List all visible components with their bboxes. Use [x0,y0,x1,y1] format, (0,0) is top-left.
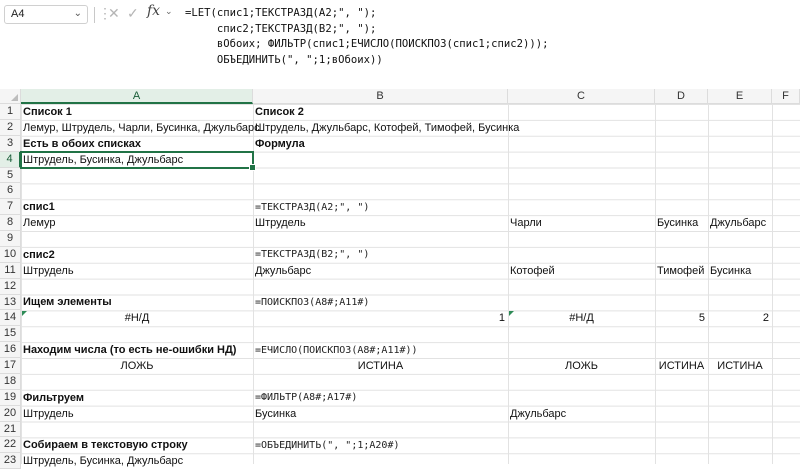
cell-d11[interactable]: Тимофей [655,263,708,279]
chevron-down-icon[interactable]: ⌄ [165,6,173,17]
insert-function-icon[interactable]: fx [147,3,160,19]
select-all-corner[interactable] [0,89,21,104]
error-indicator-icon[interactable] [509,311,514,317]
formula-line: ОБЪЕДИНИТЬ(", ";1;вОбоих)) [185,53,383,66]
column-header-b[interactable]: B [253,89,508,104]
cell-b19[interactable]: =ФИЛЬТР(A8#;A17#) [253,390,508,406]
cell-a11[interactable]: Штрудель [21,263,253,279]
cell-b7[interactable]: =ТЕКСТРАЗД(A2;", ") [253,199,508,215]
column-header-e[interactable]: E [708,89,772,104]
cell-b10[interactable]: =ТЕКСТРАЗД(B2;", ") [253,247,508,263]
cell-c11[interactable]: Котофей [508,263,655,279]
column-gridline [772,104,773,464]
cell-a22[interactable]: Собираем в текстовую строку [21,437,253,453]
column-gridline [708,104,709,464]
row-header-6[interactable]: 6 [0,183,21,200]
cell-d8[interactable]: Бусинка [655,215,708,231]
cell-c8[interactable]: Чарли [508,215,655,231]
cell-a17[interactable]: ЛОЖЬ [21,358,253,374]
row-header-5[interactable]: 5 [0,167,21,184]
row-header-7[interactable]: 7 [0,199,21,216]
cell-d14[interactable]: 5 [655,310,708,326]
row-header-19[interactable]: 19 [0,389,21,406]
cell-a14[interactable]: #Н/Д [21,310,253,326]
column-gridline [655,104,656,464]
cell-e11[interactable]: Бусинка [708,263,772,279]
cell-b3[interactable]: Формула [253,136,508,152]
cell-c17[interactable]: ЛОЖЬ [508,358,655,374]
cell-a7[interactable]: спис1 [21,199,253,215]
row-header-16[interactable]: 16 [0,342,21,359]
formula-line: спис2;ТЕКСТРАЗД(B2;", "); [216,22,377,35]
row-header-18[interactable]: 18 [0,373,21,390]
row-header-9[interactable]: 9 [0,231,21,247]
cell-e8[interactable]: Джульбарс [708,215,772,231]
formula-input[interactable]: =LET(спис1;ТЕКСТРАЗД(A2;", "); спис2;ТЕК… [185,6,549,68]
formula-bar: A4 ⌄ ⋮ ✕ ✓ fx ⌄ =LET(спис1;ТЕКСТРАЗД(A2;… [0,0,800,89]
row-header-23[interactable]: 23 [0,453,21,469]
cell-a1[interactable]: Список 1 [21,104,253,120]
row-header-17[interactable]: 17 [0,358,21,374]
cell-a16[interactable]: Находим числа (то есть не-ошибки НД) [21,342,253,358]
column-header-a[interactable]: A [21,89,253,104]
divider [94,7,95,23]
column-header-d[interactable]: D [655,89,708,104]
cell-b14[interactable]: 1 [253,310,508,326]
cell-b13[interactable]: =ПОИСКПОЗ(A8#;A11#) [253,295,508,311]
error-indicator-icon[interactable] [22,311,27,317]
cell-b1[interactable]: Список 2 [253,104,508,120]
row-header-14[interactable]: 14 [0,310,21,327]
cell-b11[interactable]: Джульбарс [253,263,508,279]
row-header-4[interactable]: 4 [0,151,21,168]
column-header-c[interactable]: C [508,89,655,104]
cancel-icon[interactable]: ✕ [108,4,120,22]
cell-d17[interactable]: ИСТИНА [655,358,708,374]
row-header-12[interactable]: 12 [0,278,21,295]
cell-b22[interactable]: =ОБЪЕДИНИТЬ(", ";1;A20#) [253,437,508,453]
cell-a13[interactable]: Ищем элементы [21,295,253,311]
cell-b17[interactable]: ИСТИНА [253,358,508,374]
cell-e14[interactable]: 2 [708,310,772,326]
cell-a10[interactable]: спис2 [21,247,253,263]
cell-a23[interactable]: Штрудель, Бусинка, Джульбарс [21,453,253,469]
cell-b8[interactable]: Штрудель [253,215,508,231]
active-cell-selection[interactable] [20,150,256,171]
row-header-8[interactable]: 8 [0,215,21,232]
cell-b16[interactable]: =ЕЧИСЛО(ПОИСКПОЗ(A8#;A11#)) [253,342,508,358]
name-box-value: A4 [11,8,25,20]
cell-c20[interactable]: Джульбарс [508,406,655,422]
cell-b20[interactable]: Бусинка [253,406,508,422]
row-header-22[interactable]: 22 [0,437,21,454]
row-header-13[interactable]: 13 [0,294,21,311]
row-header-20[interactable]: 20 [0,405,21,422]
cell-a3[interactable]: Есть в обоих списках [21,136,253,152]
name-box[interactable]: A4 ⌄ [4,5,88,24]
row-header-1[interactable]: 1 [0,104,21,120]
enter-check-icon[interactable]: ✓ [127,4,139,22]
row-header-2[interactable]: 2 [0,119,21,136]
cell-a19[interactable]: Фильтруем [21,390,253,406]
formula-line: =LET(спис1;ТЕКСТРАЗД(A2;", "); [185,7,377,19]
row-header-3[interactable]: 3 [0,135,21,152]
fill-handle[interactable] [249,163,256,171]
row-header-11[interactable]: 11 [0,262,21,279]
cell-a8[interactable]: Лемур [21,215,253,231]
cell-c14[interactable]: #Н/Д [508,310,655,326]
cell-a20[interactable]: Штрудель [21,406,253,422]
cell-b2[interactable]: Штрудель, Джульбарс, Котофей, Тимофей, Б… [253,120,519,136]
chevron-down-icon[interactable]: ⌄ [74,8,82,19]
cell-e17[interactable]: ИСТИНА [708,358,772,374]
row-header-21[interactable]: 21 [0,421,21,438]
formula-line: вОбоих; ФИЛЬТР(спис1;ЕЧИСЛО(ПОИСКПОЗ(спи… [216,38,549,51]
cell-a2[interactable]: Лемур, Штрудель, Чарли, Бусинка, Джульба… [21,120,260,136]
row-header-10[interactable]: 10 [0,246,21,263]
row-header-15[interactable]: 15 [0,326,21,343]
column-header-f[interactable]: F [772,89,800,104]
